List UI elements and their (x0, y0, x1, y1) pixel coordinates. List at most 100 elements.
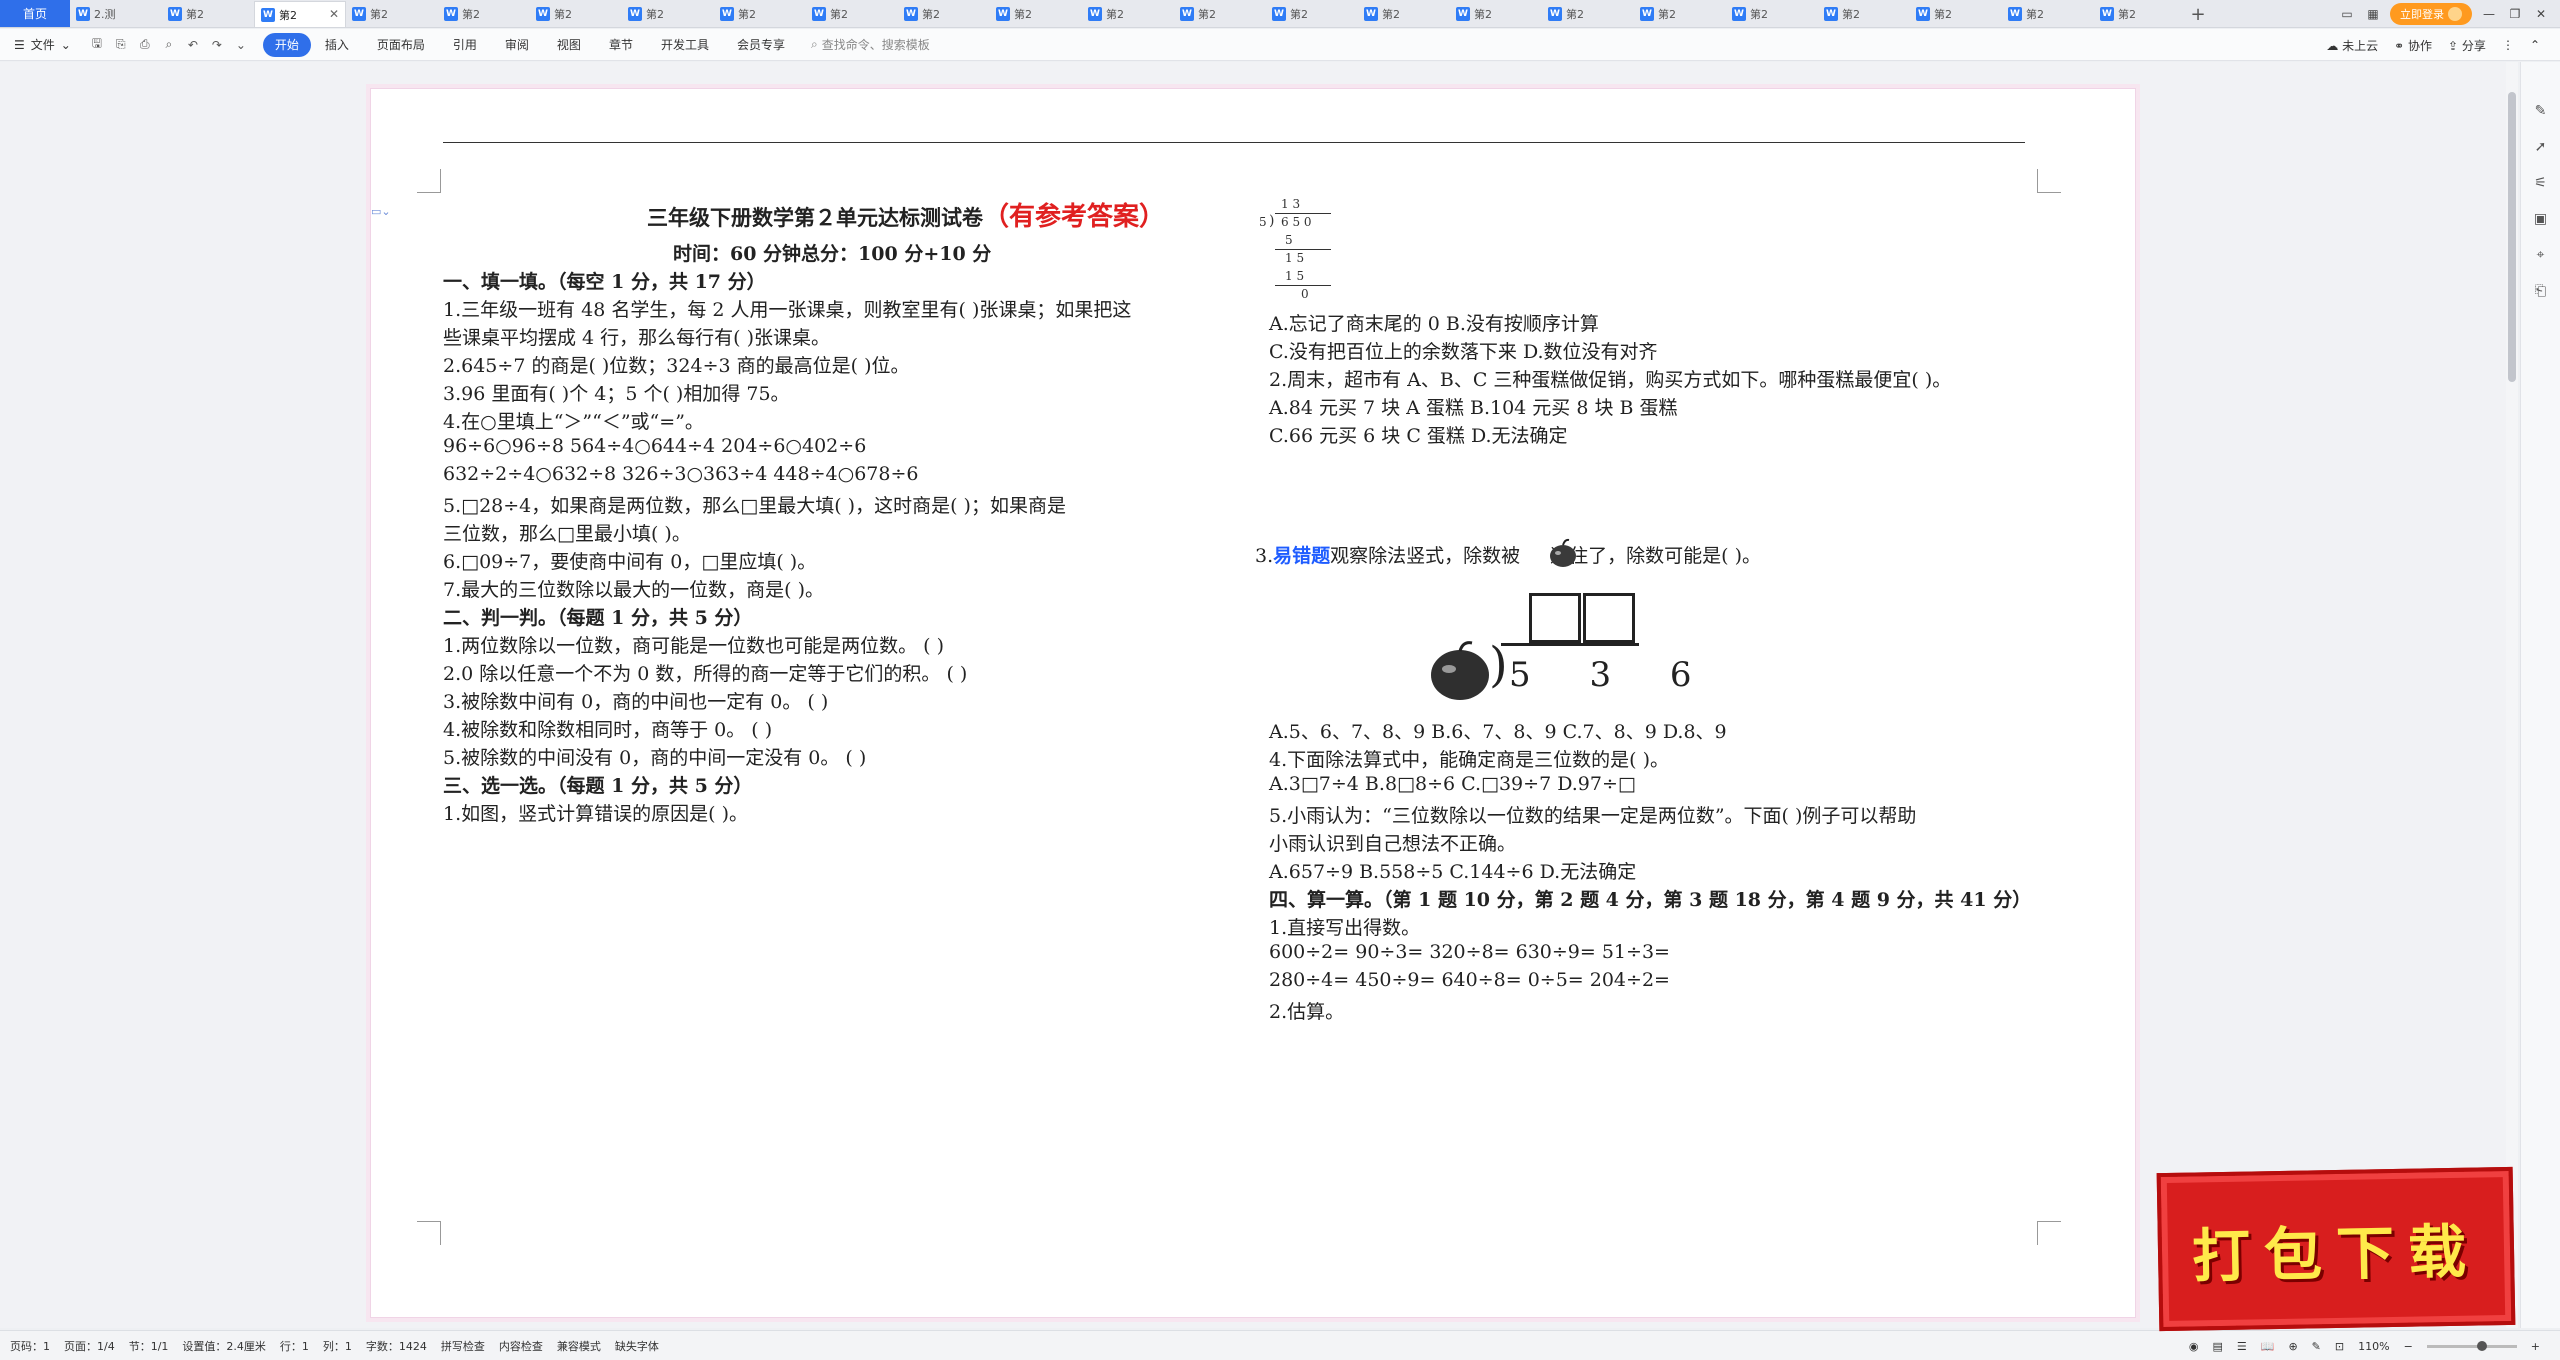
zoom-level[interactable]: 110% (2358, 1340, 2389, 1353)
close-window-icon[interactable]: ✕ (2532, 5, 2550, 23)
ld-divisor: 5 (1259, 215, 1267, 229)
zoom-in-icon[interactable]: + (2531, 1340, 2540, 1353)
collab-button[interactable]: ⚭ 协作 (2394, 37, 2432, 54)
minimize-icon[interactable]: — (2480, 5, 2498, 23)
outline-icon[interactable]: ☰ (2237, 1340, 2247, 1353)
status-item: 页面：1/4 (64, 1339, 115, 1353)
download-promo-stamp[interactable]: 打包下载 (2156, 1166, 2516, 1332)
ribbon-tab[interactable]: 章节 (595, 33, 647, 57)
print-preview-icon[interactable]: ⌕ (161, 37, 177, 53)
document-tab[interactable]: W 第2 (530, 1, 622, 27)
document-line: 三位数，那么□里最小填( )。 (443, 523, 691, 545)
ribbon-tab[interactable]: 页面布局 (363, 33, 439, 57)
undo-icon[interactable]: ↶ (185, 37, 201, 53)
bookmark-icon[interactable]: ⎗ (2532, 282, 2550, 300)
document-page[interactable]: ▭⌄ 三年级下册数学第２单元达标测试卷（有参考答案） 时间：60 分钟总分：10… (370, 88, 2136, 1318)
document-line: 1.如图，竖式计算错误的原因是( )。 (443, 803, 748, 825)
document-tab[interactable]: W 第2 (622, 1, 714, 27)
share-button[interactable]: ⇪ 分享 (2448, 37, 2486, 54)
new-tab-button[interactable]: + (2186, 1, 2210, 27)
fit-icon[interactable]: ⊡ (2335, 1340, 2344, 1353)
document-tab[interactable]: W 第2 (2094, 1, 2186, 27)
file-menu[interactable]: ☰ 文件 ⌄ (14, 36, 71, 53)
document-tab[interactable]: W 第2 (1634, 1, 1726, 27)
export-icon[interactable]: ⎘ (113, 37, 129, 53)
ribbon-toolbar: ☰ 文件 ⌄ 🖫 ⎘ ⎙ ⌕ ↶ ↷ ⌄ 开始 插入 页面布局 引用 审阅 视图 章节 开发工… (0, 29, 2560, 61)
edit-icon[interactable]: ✎ (2532, 102, 2550, 120)
login-button[interactable]: 立即登录 (2390, 3, 2472, 25)
tab-label: 第2 (646, 8, 664, 21)
ribbon-tab[interactable]: 会员专享 (723, 33, 799, 57)
image-icon[interactable]: ▣ (2532, 210, 2550, 228)
document-line: 6.□09÷7，要使商中间有 0，□里应填( )。 (443, 551, 817, 573)
document-tab[interactable]: W 第2 (1082, 1, 1174, 27)
status-item: 节：1/1 (128, 1339, 169, 1353)
web-icon[interactable]: ⊕ (2288, 1340, 2297, 1353)
cursor-icon[interactable]: ➚ (2532, 138, 2550, 156)
document-tab[interactable]: W 第2 (1358, 1, 1450, 27)
zoom-slider[interactable] (2426, 1340, 2517, 1351)
read-icon[interactable]: 📖 (2261, 1340, 2275, 1353)
collapse-ribbon-icon[interactable]: ⌃ (2530, 38, 2540, 52)
zoom-knob[interactable] (2476, 1340, 2487, 1351)
document-tab[interactable]: W 第2 (162, 1, 254, 27)
document-tab[interactable]: W 第2 (1266, 1, 1358, 27)
print-icon[interactable]: ⎙ (137, 37, 153, 53)
adjust-icon[interactable]: ⚟ (2532, 174, 2550, 192)
cloud-status[interactable]: ☁ 未上云 (2326, 37, 2378, 54)
wps-doc-icon: W (1732, 7, 1746, 21)
location-icon[interactable]: ⌖ (2532, 246, 2550, 264)
redo-icon[interactable]: ↷ (209, 37, 225, 53)
eye-icon[interactable]: ◉ (2189, 1340, 2199, 1353)
tab-label: 第2 (1842, 8, 1860, 21)
more-icon[interactable]: ⌄ (233, 37, 249, 53)
document-line: 些课桌平均摆成 4 行，那么每行有( )张课桌。 (443, 327, 831, 349)
vertical-scrollbar[interactable] (2506, 62, 2518, 1328)
document-tab[interactable]: W 第2 (898, 1, 990, 27)
zoom-out-icon[interactable]: − (2404, 1340, 2413, 1353)
ribbon-tab[interactable]: 视图 (543, 33, 595, 57)
document-line: 一、填一填。（每空 1 分，共 17 分） (443, 271, 766, 293)
pen-icon[interactable]: ✎ (2312, 1340, 2321, 1353)
ribbon-tab[interactable]: 审阅 (491, 33, 543, 57)
document-tab[interactable]: W 第2 (1726, 1, 1818, 27)
document-tab[interactable]: W 2.测 (70, 1, 162, 27)
crop-mark-bottom-left (417, 1221, 441, 1245)
layout-icon[interactable]: ▭ (2338, 5, 2356, 23)
document-line: 280÷4= 450÷9= 640÷8= 0÷5= 204÷2= (1269, 969, 1670, 991)
status-item[interactable]: 拼写检查 (441, 1338, 485, 1354)
document-tab[interactable]: W 第2 (346, 1, 438, 27)
home-tab[interactable]: 首页 (0, 0, 70, 27)
wps-doc-icon: W (444, 7, 458, 21)
status-item[interactable]: 兼容模式 (557, 1338, 601, 1354)
document-tab[interactable]: W 第2 (1818, 1, 1910, 27)
close-tab-icon[interactable]: ✕ (329, 7, 339, 21)
ribbon-tab[interactable]: 插入 (311, 33, 363, 57)
document-tab[interactable]: W 第2 (438, 1, 530, 27)
save-icon[interactable]: 🖫 (89, 36, 105, 53)
document-tab[interactable]: W 第2 (1910, 1, 2002, 27)
status-item[interactable]: 缺失字体 (615, 1338, 659, 1354)
document-tab[interactable]: W 第2 (990, 1, 1082, 27)
command-search[interactable]: ⌕ 查找命令、搜索模板 (811, 36, 930, 53)
paragraph-marker-icon[interactable]: ▭⌄ (371, 205, 391, 218)
document-tab[interactable]: W 第2 (714, 1, 806, 27)
document-tab[interactable]: W 第2 (1174, 1, 1266, 27)
grid-icon[interactable]: ▦ (2364, 5, 2382, 23)
document-tab[interactable]: W 第2 (1542, 1, 1634, 27)
tab-label: 第2 (738, 8, 756, 21)
ribbon-tab[interactable]: 开发工具 (647, 33, 723, 57)
ribbon-tab[interactable]: 开始 (262, 32, 311, 57)
document-tab[interactable]: W 第2 (2002, 1, 2094, 27)
status-item[interactable]: 内容检查 (499, 1338, 543, 1354)
document-tab[interactable]: W 第2 (806, 1, 898, 27)
scrollbar-thumb[interactable] (2508, 92, 2516, 382)
more-options-icon[interactable]: ⋮ (2502, 38, 2514, 52)
ribbon-tab[interactable]: 引用 (439, 33, 491, 57)
restore-icon[interactable]: ❐ (2506, 5, 2524, 23)
page-view-icon[interactable]: ▤ (2212, 1340, 2222, 1353)
crop-mark-top-left (417, 169, 441, 193)
document-tab[interactable]: W 第2 ✕ (254, 1, 346, 27)
document-tab[interactable]: W 第2 (1450, 1, 1542, 27)
search-icon: ⌕ (810, 37, 818, 51)
